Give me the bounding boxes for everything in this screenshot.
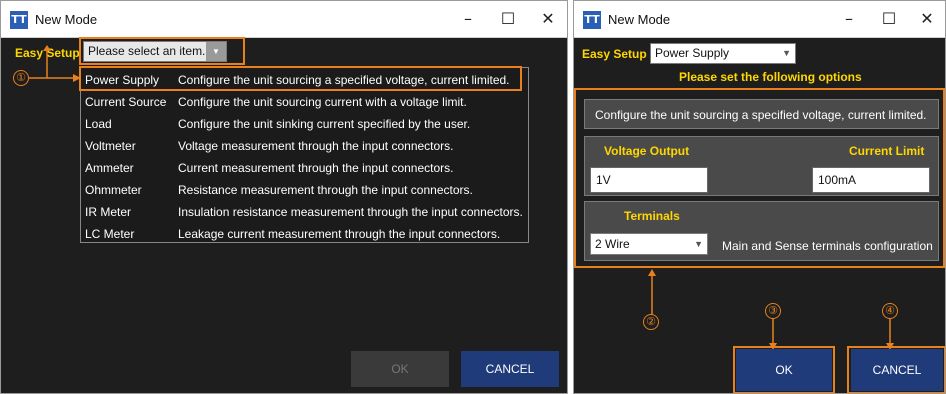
close-icon[interactable]: ✕ bbox=[916, 9, 938, 29]
title-bar: TT New Mode – ☐ ✕ bbox=[574, 1, 945, 38]
callout-2: ② bbox=[643, 314, 659, 330]
window-title: New Mode bbox=[35, 12, 98, 27]
right-window: TT New Mode – ☐ ✕ Easy Setup Power Suppl… bbox=[573, 0, 946, 394]
select-highlight bbox=[79, 37, 245, 65]
terminals-label: Terminals bbox=[624, 209, 680, 223]
callout-3: ③ bbox=[765, 303, 781, 319]
callout-1: ① bbox=[13, 70, 29, 86]
terminals-description: Main and Sense terminals configuration bbox=[722, 239, 933, 253]
terminals-value: 2 Wire bbox=[595, 237, 630, 251]
options-heading: Please set the following options bbox=[679, 70, 862, 84]
minimize-icon[interactable]: – bbox=[838, 9, 860, 29]
list-item[interactable]: Current Source Configure the unit sourcin… bbox=[81, 91, 528, 113]
list-item[interactable]: Ohmmeter Resistance measurement through t… bbox=[81, 179, 528, 201]
callout-arrow bbox=[648, 269, 656, 314]
chevron-down-icon[interactable]: ▼ bbox=[694, 234, 703, 254]
list-item[interactable]: Ammeter Current measurement through the i… bbox=[81, 157, 528, 179]
current-limit-field[interactable]: 100mA bbox=[812, 167, 930, 193]
mode-description: Configure the unit sourcing a specified … bbox=[595, 108, 927, 122]
callout-arrow bbox=[29, 45, 81, 82]
list-item[interactable]: LC Meter Leakage current measurement thro… bbox=[81, 223, 528, 245]
list-item[interactable]: Voltmeter Voltage measurement through the… bbox=[81, 135, 528, 157]
maximize-icon[interactable]: ☐ bbox=[497, 9, 519, 29]
close-icon[interactable]: ✕ bbox=[537, 9, 559, 29]
list-item[interactable]: IR Meter Insulation resistance measuremen… bbox=[81, 201, 528, 223]
easy-setup-label: Easy Setup bbox=[582, 47, 647, 61]
minimize-icon[interactable]: – bbox=[457, 9, 479, 29]
cancel-button[interactable]: CANCEL bbox=[461, 351, 559, 387]
window-title: New Mode bbox=[608, 12, 671, 27]
callout-4: ④ bbox=[882, 303, 898, 319]
list-item[interactable]: Load Configure the unit sinking current s… bbox=[81, 113, 528, 135]
terminals-select[interactable]: 2 Wire ▼ bbox=[590, 233, 708, 255]
ok-highlight bbox=[733, 346, 835, 393]
app-icon: TT bbox=[583, 11, 601, 29]
select-value: Power Supply bbox=[655, 46, 730, 60]
chevron-down-icon[interactable]: ▼ bbox=[782, 44, 791, 63]
ok-button[interactable]: OK bbox=[351, 351, 449, 387]
mode-dropdown-list: Power Supply Configure the unit sourcing … bbox=[80, 67, 529, 243]
title-bar: TT New Mode – ☐ ✕ bbox=[1, 1, 567, 38]
item-highlight bbox=[79, 66, 522, 91]
maximize-icon[interactable]: ☐ bbox=[878, 9, 900, 29]
mode-select[interactable]: Power Supply ▼ bbox=[650, 43, 796, 64]
description-panel: Configure the unit sourcing a specified … bbox=[584, 99, 939, 129]
current-limit-label: Current Limit bbox=[849, 144, 925, 158]
voltage-output-label: Voltage Output bbox=[604, 144, 690, 158]
left-window: TT New Mode – ☐ ✕ Easy Setup Please sele… bbox=[0, 0, 568, 394]
app-icon: TT bbox=[10, 11, 28, 29]
voltage-output-field[interactable]: 1V bbox=[590, 167, 708, 193]
cancel-highlight bbox=[847, 346, 945, 393]
